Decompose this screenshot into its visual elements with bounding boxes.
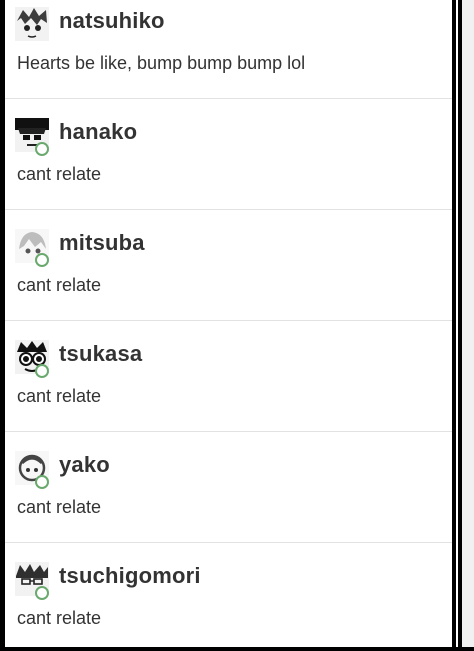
message-list: natsuhiko Hearts be like, bump bump bump…: [5, 0, 452, 651]
message-text: cant relate: [17, 164, 102, 184]
message-item[interactable]: hanako cant relate: [5, 99, 452, 210]
username[interactable]: natsuhiko: [59, 8, 165, 34]
message-text: cant relate: [17, 386, 102, 406]
message-text: cant relate: [17, 275, 102, 295]
bottom-border: [0, 647, 474, 651]
message-item[interactable]: natsuhiko Hearts be like, bump bump bump…: [5, 0, 452, 99]
message-item[interactable]: tsukasa cant relate: [5, 321, 452, 432]
username[interactable]: mitsuba: [59, 230, 145, 256]
chat-window: natsuhiko Hearts be like, bump bump bump…: [0, 0, 474, 651]
message-text: cant relate: [17, 608, 102, 628]
message-text: cant relate: [17, 497, 102, 517]
scroll-gutter[interactable]: [462, 0, 474, 651]
message-text: Hearts be like, bump bump bump lol: [17, 53, 306, 73]
username[interactable]: tsukasa: [59, 341, 142, 367]
username[interactable]: tsuchigomori: [59, 563, 201, 589]
online-status-icon: [35, 142, 49, 156]
message-item[interactable]: yako cant relate: [5, 432, 452, 543]
message-item[interactable]: mitsuba cant relate: [5, 210, 452, 321]
username[interactable]: hanako: [59, 119, 137, 145]
online-status-icon: [35, 475, 49, 489]
avatar-icon[interactable]: [15, 7, 49, 41]
username[interactable]: yako: [59, 452, 110, 478]
online-status-icon: [35, 364, 49, 378]
message-item[interactable]: tsuchigomori cant relate: [5, 543, 452, 651]
online-status-icon: [35, 253, 49, 267]
online-status-icon: [35, 586, 49, 600]
right-border: [452, 0, 456, 651]
